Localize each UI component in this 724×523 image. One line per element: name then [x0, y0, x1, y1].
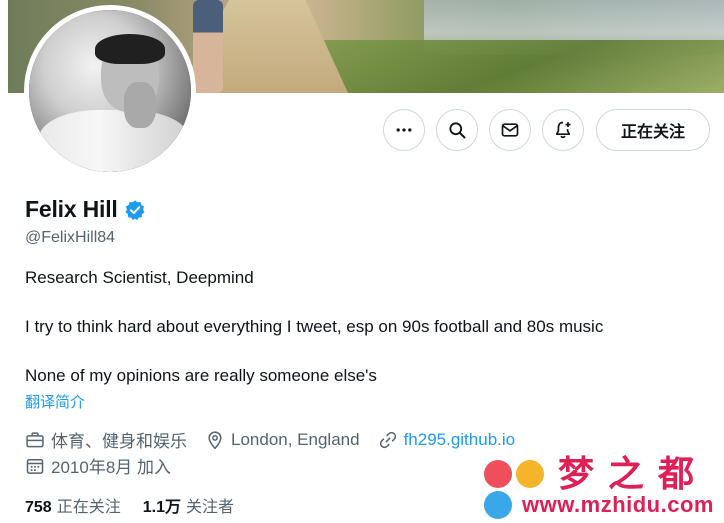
followers-stat-label: 关注者 [185, 499, 234, 516]
watermark-face-icon [484, 491, 512, 519]
profile-meta: 体育、健身和娱乐 London, England fh295.github.io [25, 427, 533, 452]
banner-grass [308, 40, 724, 93]
notifications-button[interactable] [542, 109, 584, 151]
user-handle: @FelixHill84 [25, 229, 116, 246]
avatar[interactable] [24, 5, 196, 177]
link-icon [379, 431, 396, 448]
website-link[interactable]: fh295.github.io [404, 430, 516, 450]
location-text: London, England [231, 429, 360, 449]
following-stat-label: 正在关注 [56, 499, 121, 516]
search-button[interactable] [436, 109, 478, 151]
bio-line: None of my opinions are really someone e… [25, 366, 377, 385]
bell-plus-icon [555, 121, 571, 139]
profile-name-row: Felix Hill [25, 196, 146, 223]
calendar-icon [26, 458, 44, 474]
display-name: Felix Hill [25, 196, 118, 222]
following-button[interactable]: 正在关注 [596, 109, 710, 151]
category-text: 体育、健身和娱乐 [51, 432, 187, 451]
joined-text: 2010年8月 加入 [51, 458, 171, 477]
location-item: London, England [205, 430, 360, 450]
message-button[interactable] [489, 109, 531, 151]
followers-stat[interactable]: 1.1万 关注者 [143, 493, 234, 517]
bio-line: Research Scientist, Deepmind [25, 268, 254, 287]
watermark-bottom: www.mzhidu.com [484, 491, 714, 519]
watermark-face-icon [484, 460, 512, 488]
more-icon [396, 128, 412, 132]
following-button-label: 正在关注 [620, 124, 685, 141]
more-button[interactable] [383, 109, 425, 151]
watermark-top: 梦之都 [484, 455, 708, 493]
bio-line: I try to think hard about everything I t… [25, 317, 604, 336]
site-watermark: 梦之都 www.mzhidu.com [484, 455, 724, 523]
verified-badge-icon[interactable] [124, 199, 146, 221]
website-item[interactable]: fh295.github.io [378, 430, 516, 450]
following-stat[interactable]: 758 正在关注 [25, 493, 121, 517]
search-icon [449, 122, 466, 139]
banner-person [193, 0, 223, 93]
category-item: 体育、健身和娱乐 [25, 427, 187, 452]
profile-meta-joined: 2010年8月 加入 [25, 453, 189, 478]
watermark-text: 梦之都 [558, 453, 709, 494]
watermark-url: www.mzhidu.com [522, 492, 714, 517]
mail-icon [501, 123, 519, 137]
joined-item: 2010年8月 加入 [25, 453, 171, 478]
translate-bio-link[interactable]: 翻译简介 [25, 391, 85, 412]
follow-stats: 758 正在关注 1.1万 关注者 [25, 493, 256, 517]
watermark-face-icon [516, 460, 544, 488]
location-pin-icon [208, 430, 222, 449]
following-count: 758 [25, 499, 52, 516]
followers-count: 1.1万 [142, 499, 181, 516]
briefcase-icon [26, 431, 44, 447]
